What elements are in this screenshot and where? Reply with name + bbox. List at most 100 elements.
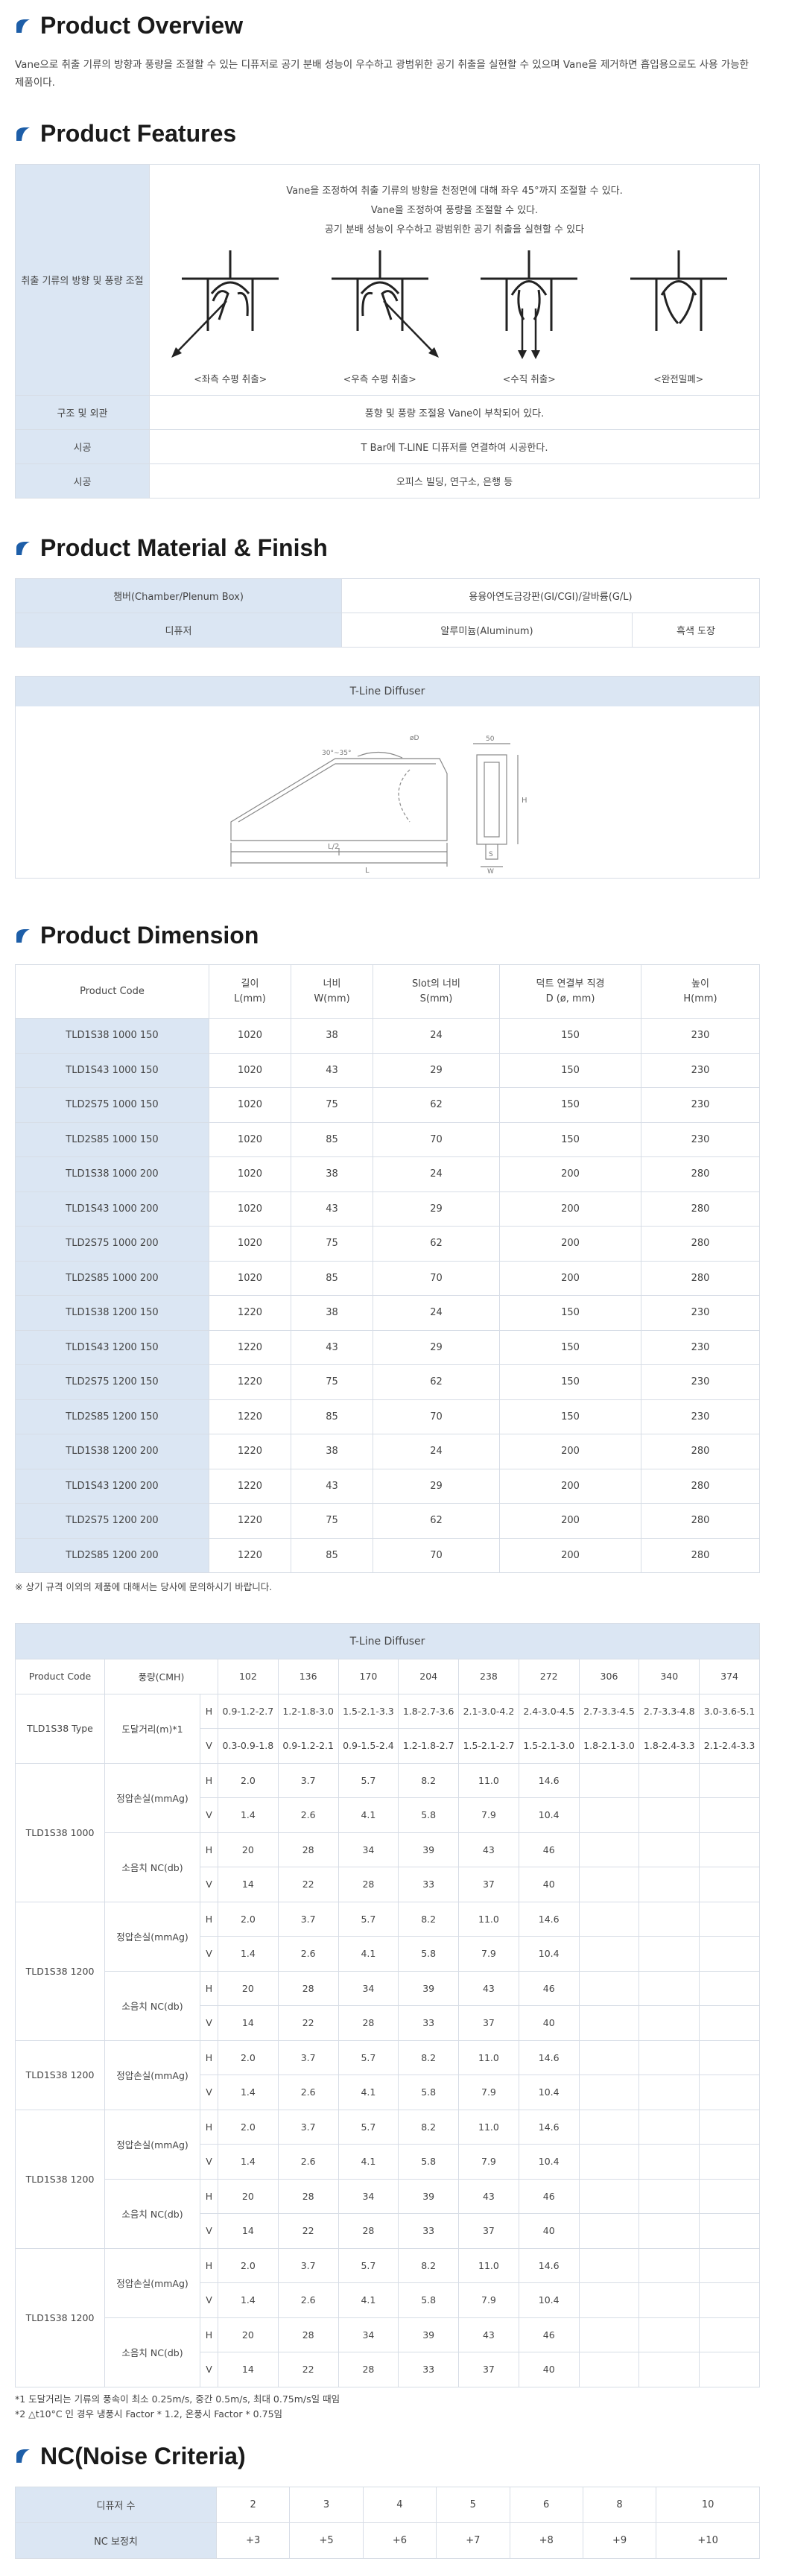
vane-caption: <완전밀폐> xyxy=(653,373,704,384)
vane-vertical: <수직 취출> xyxy=(466,249,592,385)
perf-value-cell xyxy=(699,1762,760,1798)
dimension-cell: 85 xyxy=(291,1121,373,1157)
perf-value-cell xyxy=(639,2005,700,2041)
dimension-cell: 1220 xyxy=(209,1399,291,1434)
perf-value-cell: 4.1 xyxy=(338,1936,399,1972)
perf-value-cell: 4.1 xyxy=(338,1797,399,1833)
page: Product Overview Vane으로 취출 기류의 방향과 풍량을 조… xyxy=(0,0,789,2576)
product-code-cell: TLD1S43 1200 150 xyxy=(15,1329,209,1365)
perf-throw-value: 1.2-1.8-2.7 xyxy=(398,1728,460,1764)
perf-value-cell xyxy=(699,2109,760,2145)
table-row: NC 보정치 +3 +5 +6 +7 +8 +9 +10 xyxy=(15,2522,760,2559)
vane-closed: <완전밀폐> xyxy=(615,249,742,385)
perf-h-label: H xyxy=(200,1762,218,1798)
perf-value-cell xyxy=(578,1867,640,1902)
perf-value-cell: 5.8 xyxy=(398,2144,460,2180)
nc-value-cell: +8 xyxy=(509,2522,583,2559)
perf-value-cell: 46 xyxy=(518,2317,580,2352)
perf-value-cell xyxy=(639,2144,700,2180)
features-row-label: 시공 xyxy=(15,429,150,464)
perf-value-cell xyxy=(639,1762,700,1798)
perf-value-cell: 3.7 xyxy=(277,2039,339,2075)
feature-line: 공기 분배 성능이 우수하고 광범위한 공기 취출을 실현할 수 있다 xyxy=(324,224,585,235)
table-row: TLD2S85 1000 200 1020 85 70 200 280 xyxy=(15,1260,760,1296)
perf-value-cell: 14.6 xyxy=(518,2109,580,2145)
dimension-cell: 1020 xyxy=(209,1226,291,1262)
dimension-cell: 230 xyxy=(641,1052,760,1088)
nc-value-cell: +5 xyxy=(289,2522,364,2559)
perf-value-cell: 5.7 xyxy=(338,2247,399,2283)
dim-header: Product Code xyxy=(15,964,209,1019)
brand-logo-icon xyxy=(16,127,30,141)
perf-h-label: H xyxy=(200,1693,218,1729)
dimension-cell: 70 xyxy=(373,1537,500,1573)
perf-value-cell xyxy=(639,2317,700,2352)
perf-flow-value: 238 xyxy=(458,1659,519,1694)
perf-value-cell xyxy=(699,1867,760,1902)
perf-throw-value: 0.9-1.2-2.1 xyxy=(277,1728,339,1764)
diagram-title: T-Line Diffuser xyxy=(16,677,759,706)
features-row-value: 오피스 빌딩, 연구소, 은행 등 xyxy=(149,463,760,499)
product-code-cell: TLD2S75 1200 150 xyxy=(15,1364,209,1400)
perf-value-cell: 11.0 xyxy=(458,1901,519,1937)
perf-value-cell xyxy=(699,2317,760,2352)
perf-h-label: H xyxy=(200,2317,218,2352)
table-row: 소음치 NC(db) H 20 28 34 39 43 46 xyxy=(16,2178,760,2249)
perf-value-cell xyxy=(578,1762,640,1798)
perf-value-cell: 40 xyxy=(518,1867,580,1902)
perf-value-cell xyxy=(699,1797,760,1833)
perf-value-cell: 40 xyxy=(518,2005,580,2041)
dimension-cell: 280 xyxy=(641,1434,760,1469)
perf-value-cell: 40 xyxy=(518,2213,580,2249)
perf-throw-value: 1.8-2.1-3.0 xyxy=(578,1728,640,1764)
product-code-cell: TLD1S43 1000 150 xyxy=(15,1052,209,1088)
material-title: Product Material & Finish xyxy=(40,534,328,561)
perf-value-cell: 14 xyxy=(218,2352,279,2387)
dimension-cell: 24 xyxy=(373,1018,500,1054)
product-code-cell: TLD1S43 1000 200 xyxy=(15,1191,209,1227)
perf-v-label: V xyxy=(200,2005,218,2041)
vane-right-horizontal: <우측 수평 취출> xyxy=(317,249,443,385)
dimension-cell: 75 xyxy=(291,1087,373,1123)
perf-sp-label: 정압손실(mmAg) xyxy=(104,1762,200,1833)
dimension-cell: 70 xyxy=(373,1399,500,1434)
perf-v-label: V xyxy=(200,2144,218,2180)
perf-value-cell: 1.4 xyxy=(218,2282,279,2318)
perf-value-cell xyxy=(699,1970,760,2006)
dimension-heading: Product Dimension xyxy=(15,922,774,949)
dimension-cell: 150 xyxy=(499,1295,641,1331)
dimension-cell: 38 xyxy=(291,1156,373,1192)
dimension-cell: 1020 xyxy=(209,1052,291,1088)
perf-value-cell: 8.2 xyxy=(398,1762,460,1798)
perf-value-cell: 43 xyxy=(458,1970,519,2006)
perf-value-cell: 14.6 xyxy=(518,2039,580,2075)
perf-value-cell xyxy=(639,2247,700,2283)
table-row: TLD2S75 1200 150 1220 75 62 150 230 xyxy=(15,1364,760,1400)
perf-value-cell: 5.7 xyxy=(338,2039,399,2075)
perf-value-cell: 28 xyxy=(277,1832,339,1867)
table-row: 소음치 NC(db) H 20 28 34 39 43 46 xyxy=(16,2317,760,2387)
dimension-cell: 43 xyxy=(291,1468,373,1504)
table-row: TLD2S85 1200 200 1220 85 70 200 280 xyxy=(15,1537,760,1573)
perf-value-cell: 5.7 xyxy=(338,1901,399,1937)
dimension-cell: 150 xyxy=(499,1087,641,1123)
dimension-cell: 70 xyxy=(373,1121,500,1157)
perf-value-cell: 20 xyxy=(218,1832,279,1867)
perf-value-cell: 28 xyxy=(277,2178,339,2214)
perf-v-label: V xyxy=(200,2352,218,2387)
perf-value-cell xyxy=(639,2109,700,2145)
perf-value-cell: 3.7 xyxy=(277,1762,339,1798)
perf-value-cell: 3.7 xyxy=(277,1901,339,1937)
table-row: TLD1S43 1000 200 1020 43 29 200 280 xyxy=(15,1191,760,1227)
dimension-cell: 280 xyxy=(641,1468,760,1504)
dimension-cell: 230 xyxy=(641,1121,760,1157)
perf-value-cell: 28 xyxy=(338,2213,399,2249)
perf-throw-value: 0.3-0.9-1.8 xyxy=(218,1728,279,1764)
perf-value-cell xyxy=(578,2039,640,2075)
dimension-cell: 230 xyxy=(641,1295,760,1331)
perf-value-cell: 1.4 xyxy=(218,2075,279,2110)
table-row: TLD1S38 1000 200 1020 38 24 200 280 xyxy=(15,1156,760,1192)
perf-value-cell: 5.7 xyxy=(338,1762,399,1798)
features-row1-content: Vane을 조정하여 취출 기류의 방향을 천정면에 대해 좌우 45°까지 조… xyxy=(149,164,760,396)
perf-h-label: H xyxy=(200,2039,218,2075)
